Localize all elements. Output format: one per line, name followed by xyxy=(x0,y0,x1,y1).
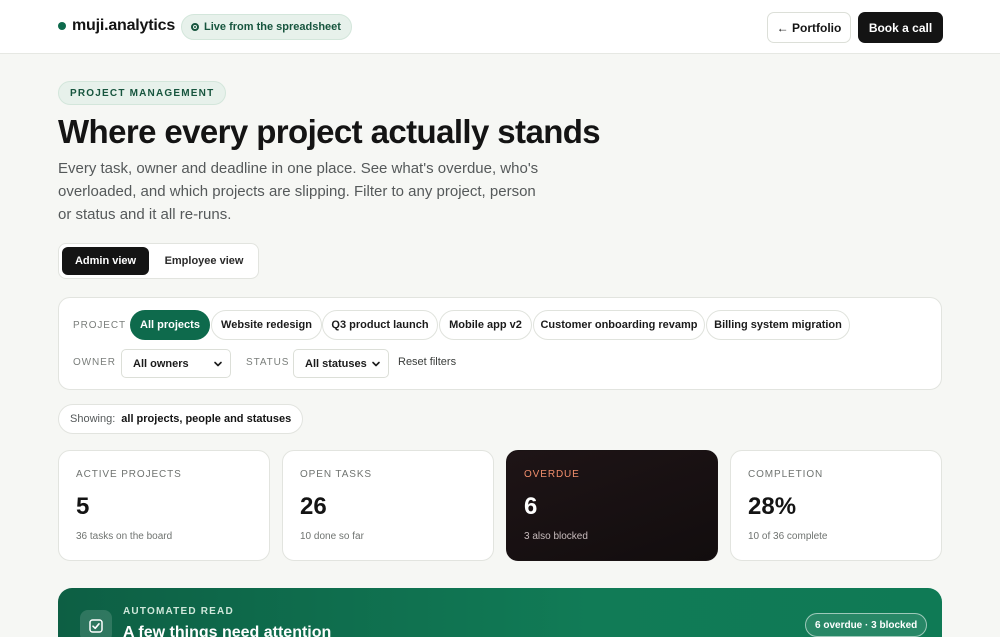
automated-read-banner: AUTOMATED READ A few things need attenti… xyxy=(58,588,942,637)
status-select[interactable]: All statuses xyxy=(293,349,389,378)
book-call-button[interactable]: Book a call xyxy=(858,12,943,43)
portfolio-button[interactable]: ← Portfolio xyxy=(767,12,851,43)
page-title: Where every project actually stands xyxy=(58,113,601,150)
kpi-value: 6 xyxy=(524,493,538,520)
kpi-label: OPEN TASKS xyxy=(300,469,372,480)
kpi-card-overdue: OVERDUE 6 3 also blocked xyxy=(506,450,718,561)
showing-label: Showing: xyxy=(70,413,116,425)
banner-title: A few things need attention xyxy=(123,624,332,637)
chevron-down-icon xyxy=(372,361,380,367)
kpi-value: 5 xyxy=(76,493,90,520)
project-chip-customer-onboarding[interactable]: Customer onboarding revamp xyxy=(533,310,705,340)
project-chip-billing-migration[interactable]: Billing system migration xyxy=(706,310,850,340)
project-filter-label: PROJECT xyxy=(73,320,126,331)
project-chip-mobile-app-v2[interactable]: Mobile app v2 xyxy=(439,310,532,340)
live-status-label: Live from the spreadsheet xyxy=(204,21,341,33)
brand-logo[interactable]: muji.analytics xyxy=(58,17,175,35)
kpi-footnote: 10 done so far xyxy=(300,531,364,542)
project-chip-website-redesign[interactable]: Website redesign xyxy=(211,310,322,340)
admin-view-button[interactable]: Admin view xyxy=(62,247,149,275)
brand-name: muji.analytics xyxy=(72,17,176,34)
live-status-badge: Live from the spreadsheet xyxy=(181,14,352,40)
status-filter-label: STATUS xyxy=(246,357,290,368)
employee-view-button[interactable]: Employee view xyxy=(155,247,253,275)
owner-select-value: All owners xyxy=(133,357,189,370)
kpi-label: OVERDUE xyxy=(524,469,580,480)
showing-value: all projects, people and statuses xyxy=(121,413,292,425)
reset-filters-link[interactable]: Reset filters xyxy=(398,356,456,368)
kpi-footnote: 36 tasks on the board xyxy=(76,531,173,542)
dot-icon xyxy=(58,22,66,30)
checkbox-icon xyxy=(80,610,112,637)
status-select-value: All statuses xyxy=(305,357,367,370)
banner-eyebrow: AUTOMATED READ xyxy=(123,606,234,617)
kpi-card-completion: COMPLETION 28% 10 of 36 complete xyxy=(730,450,942,561)
chevron-down-icon xyxy=(214,361,222,367)
top-bar: muji.analytics Live from the spreadsheet… xyxy=(0,0,1000,54)
kpi-card-open-tasks: OPEN TASKS 26 10 done so far xyxy=(282,450,494,561)
issues-count-badge: 6 overdue · 3 blocked xyxy=(805,613,928,637)
radio-dot-icon xyxy=(191,23,199,31)
view-toggle: Admin view Employee view xyxy=(58,243,259,279)
project-chip-q3-product-launch[interactable]: Q3 product launch xyxy=(322,310,438,340)
owner-filter-label: OWNER xyxy=(73,357,116,368)
project-chip-all[interactable]: All projects xyxy=(130,310,210,340)
kpi-label: ACTIVE PROJECTS xyxy=(76,469,182,480)
page-subtitle: Every task, owner and deadline in one pl… xyxy=(58,160,539,223)
active-filters-summary: Showing: all projects, people and status… xyxy=(58,404,304,434)
owner-select[interactable]: All owners xyxy=(121,349,231,378)
kpi-footnote: 10 of 36 complete xyxy=(748,531,828,542)
kpi-card-active-projects: ACTIVE PROJECTS 5 36 tasks on the board xyxy=(58,450,270,561)
kpi-footnote: 3 also blocked xyxy=(524,531,588,542)
kpi-value: 28% xyxy=(748,493,797,520)
filter-panel: PROJECT All projects Website redesign Q3… xyxy=(58,297,942,390)
kpi-label: COMPLETION xyxy=(748,469,824,480)
section-eyebrow: PROJECT MANAGEMENT xyxy=(58,81,227,105)
kpi-value: 26 xyxy=(300,493,327,520)
